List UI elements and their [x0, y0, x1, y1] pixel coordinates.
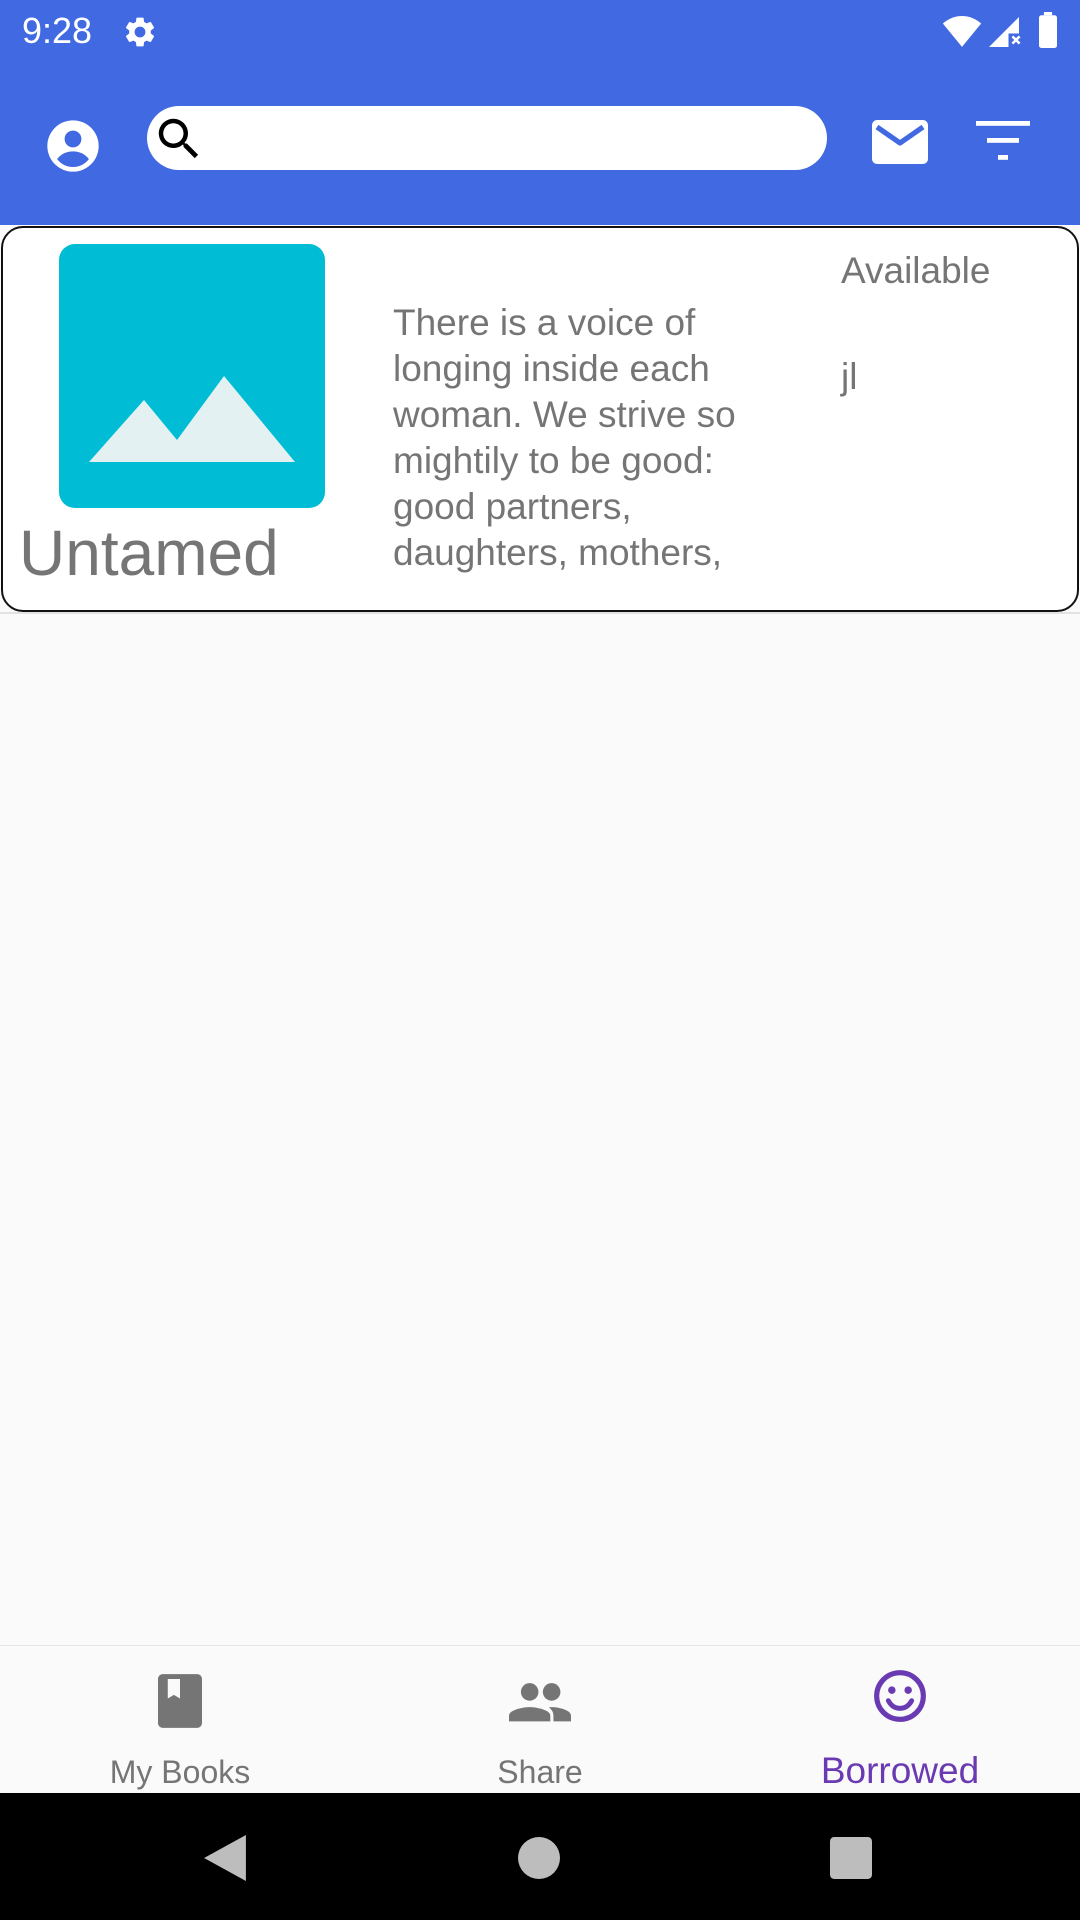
nav-label-my-books: My Books [109, 1754, 251, 1790]
search-input[interactable] [213, 116, 807, 162]
bottom-navigation: My Books Share Borrowed [0, 1645, 1080, 1794]
recents-icon[interactable] [830, 1837, 872, 1879]
signal-icon [989, 17, 1021, 47]
system-navigation-bar [0, 1793, 1080, 1920]
status-bar: 9:28 [0, 0, 1080, 63]
status-time: 9:28 [22, 10, 93, 51]
home-icon[interactable] [518, 1837, 560, 1879]
mail-icon[interactable] [872, 120, 928, 164]
gear-icon [125, 17, 155, 47]
book-status: Available [841, 250, 991, 291]
image-placeholder-icon [89, 376, 295, 462]
smiley-icon [874, 1670, 926, 1722]
book-card[interactable]: Untamed There is a voice of longing insi… [1, 226, 1079, 612]
back-icon[interactable] [204, 1835, 246, 1881]
book-thumbnail [59, 244, 325, 508]
nav-item-my-books[interactable]: My Books [0, 1646, 360, 1794]
app-bar [0, 63, 1080, 225]
book-owner: jl [841, 356, 858, 397]
screen: 9:28 Untamed There is a voice of longing… [0, 0, 1080, 1920]
book-title: Untamed [19, 517, 279, 589]
battery-icon [1039, 12, 1057, 48]
account-icon[interactable] [45, 118, 101, 174]
book-icon [158, 1674, 202, 1728]
divider [0, 612, 1080, 614]
search-box[interactable] [147, 106, 827, 170]
people-icon [509, 1683, 571, 1722]
nav-label-share: Share [497, 1754, 583, 1790]
book-description: There is a voice of longing inside each … [393, 302, 776, 584]
nav-item-borrowed[interactable]: Borrowed [720, 1646, 1080, 1794]
nav-label-borrowed: Borrowed [820, 1750, 980, 1791]
nav-item-share[interactable]: Share [360, 1646, 720, 1794]
wifi-icon [942, 16, 982, 47]
search-icon[interactable] [152, 112, 206, 166]
filter-icon[interactable] [976, 121, 1030, 161]
